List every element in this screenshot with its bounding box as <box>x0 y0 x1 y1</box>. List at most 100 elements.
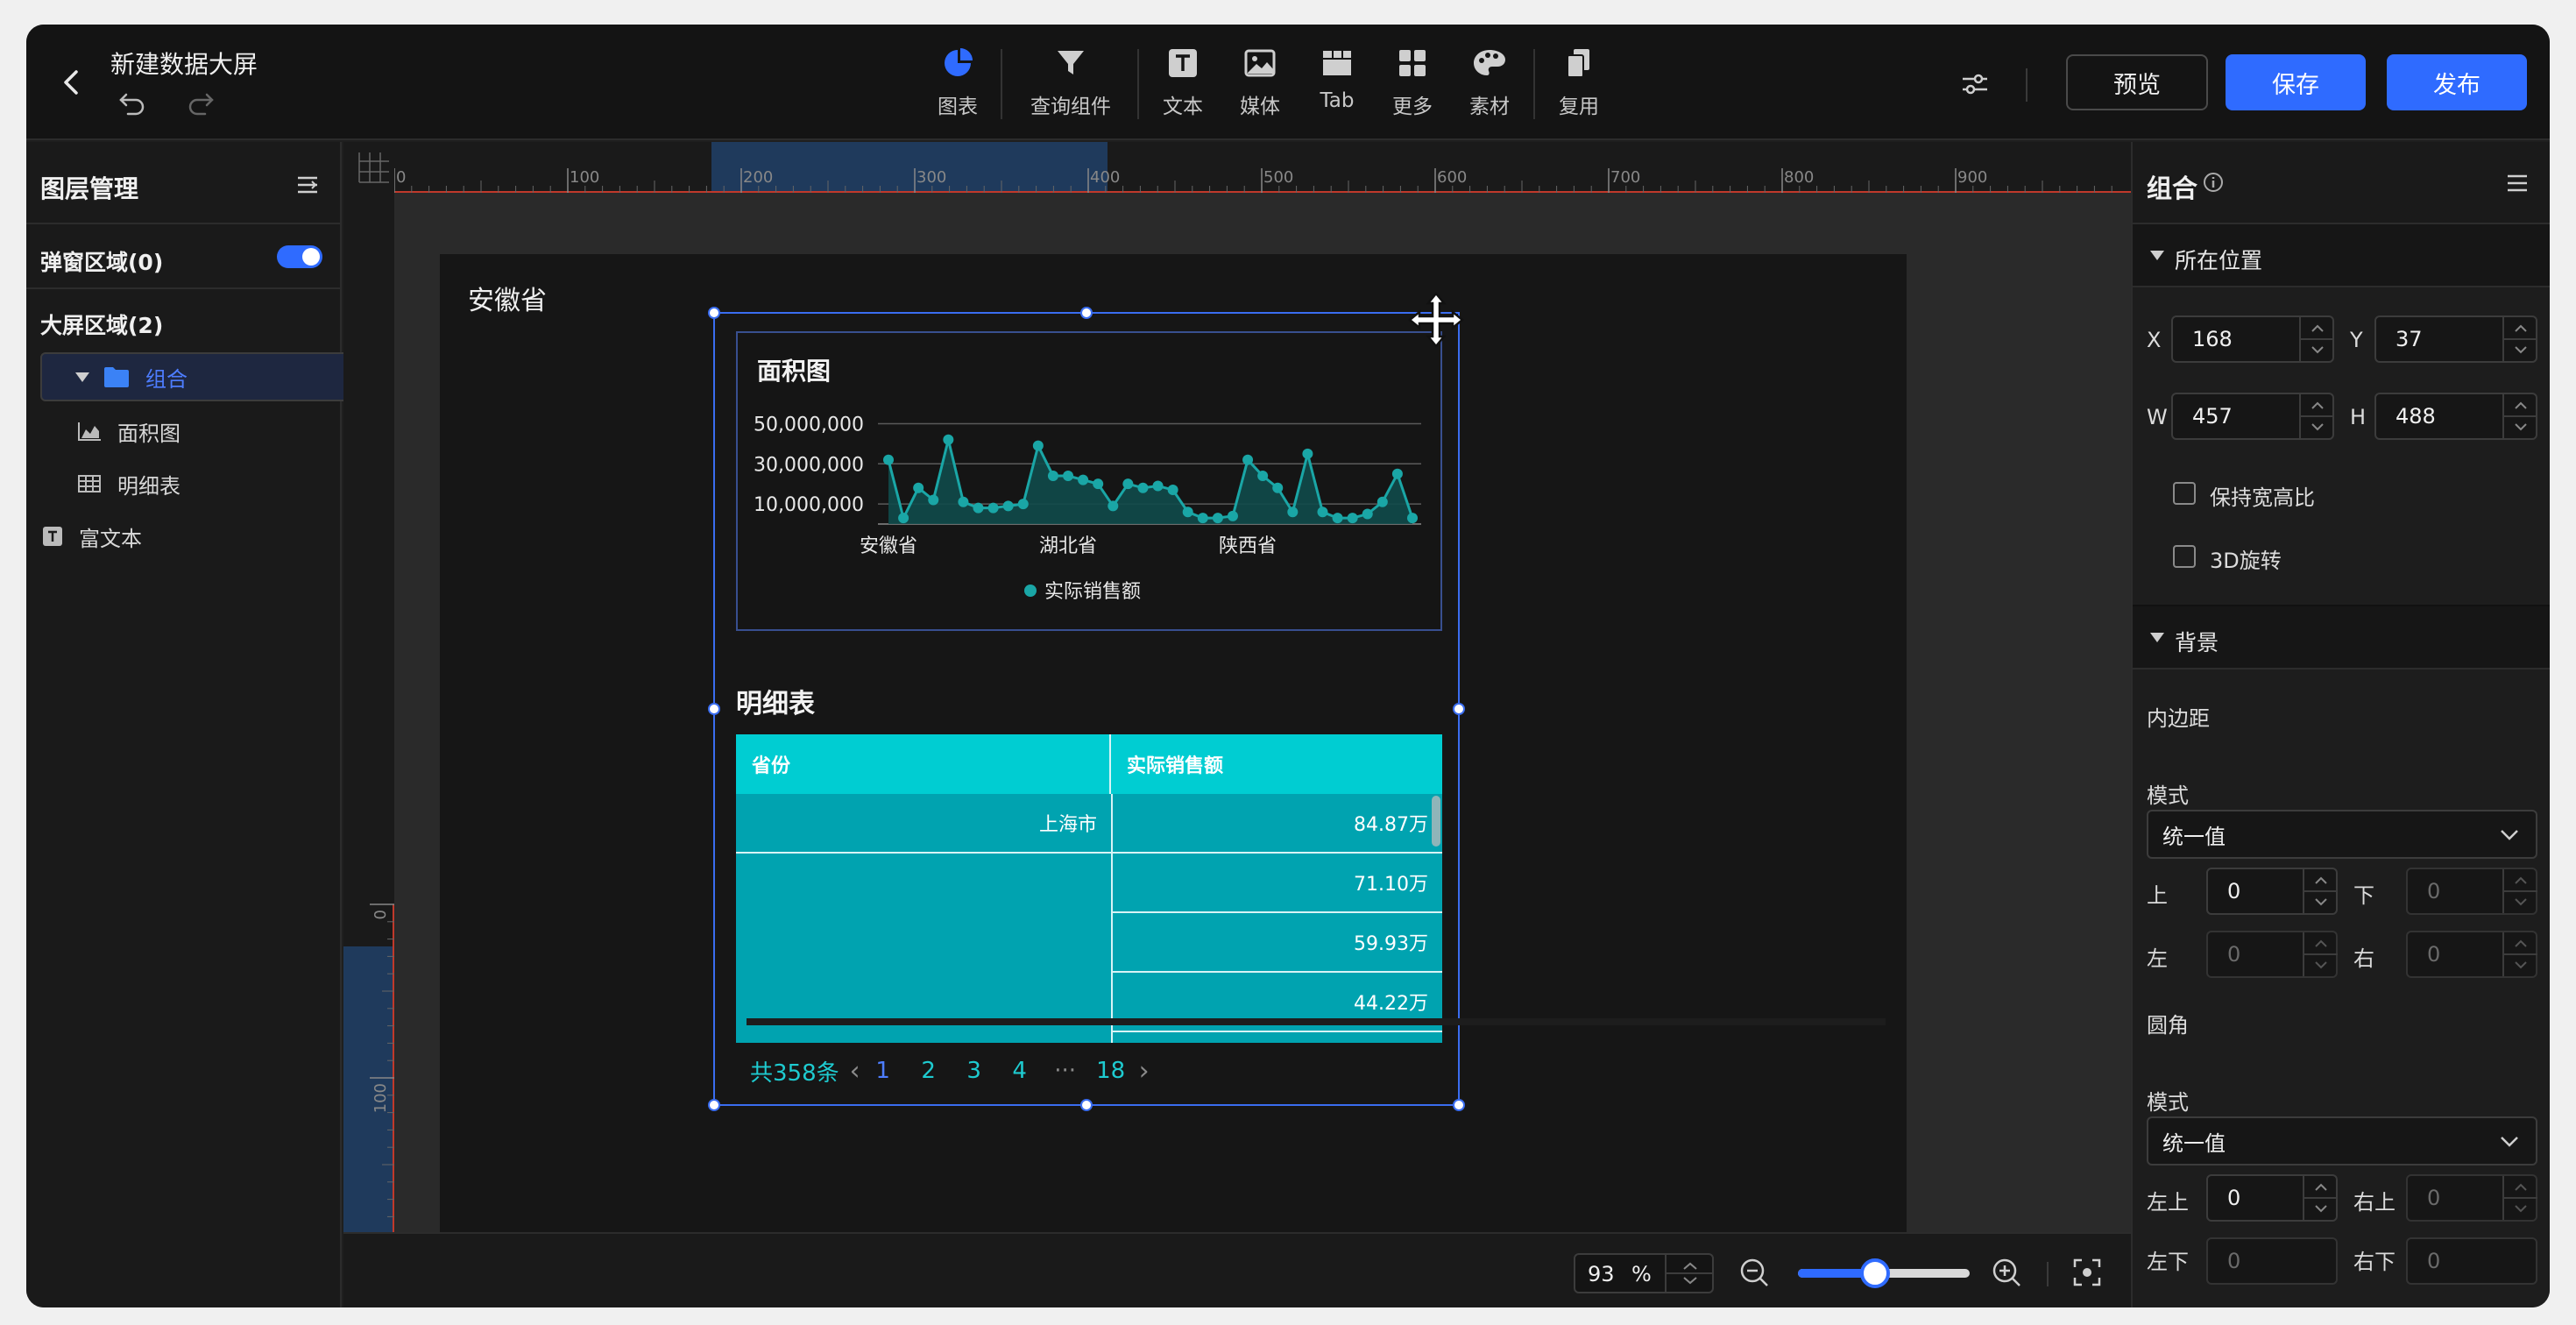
chevron-down-icon <box>2501 830 2518 840</box>
tool-tab[interactable]: Tab <box>1311 44 1363 128</box>
tab-icon <box>1318 44 1356 82</box>
move-cursor-icon[interactable] <box>1407 291 1465 349</box>
undo-icon[interactable] <box>117 88 147 117</box>
publish-button[interactable]: 发布 <box>2387 54 2527 110</box>
image-icon <box>1241 44 1279 82</box>
resize-handle[interactable] <box>708 703 720 715</box>
radius-bl-input[interactable]: 0 <box>2206 1237 2338 1285</box>
layer-panel: 图层管理 弹窗区域(0) 大屏区域(2) 组合 面积图 明细表 富文本 <box>26 142 431 1307</box>
section-title: 背景 <box>2175 630 2219 655</box>
zoom-slider[interactable] <box>1798 1258 1970 1288</box>
save-button[interactable]: 保存 <box>2226 54 2366 110</box>
ruler-label: 900 <box>1957 168 1987 187</box>
ruler-left: 0100200 <box>343 193 394 1232</box>
ruler-corner <box>343 142 394 193</box>
rotate3d-label: 3D旋转 <box>2210 549 2282 573</box>
section-title: 所在位置 <box>2175 248 2263 273</box>
resize-handle[interactable] <box>708 1099 720 1111</box>
radius-mode-select[interactable]: 统一值 <box>2147 1116 2537 1166</box>
tool-label: 查询组件 <box>1030 96 1111 118</box>
padding-top-input[interactable]: 0 <box>2206 868 2338 915</box>
position-section-header[interactable]: 所在位置 <box>2133 224 2550 287</box>
radius-label: 圆角 <box>2147 1013 2189 1038</box>
info-icon[interactable] <box>2203 172 2224 193</box>
selection-box[interactable] <box>713 312 1460 1106</box>
top-toolbar: 新建数据大屏 图表 查询组件 文本 媒体 Tab 更多 素材 复用 预览 保存 … <box>26 25 2550 140</box>
y-label: Y <box>2350 328 2363 352</box>
tool-more[interactable]: 更多 <box>1386 44 1439 128</box>
position-section: X 168 Y 37 W 457 H 488 保持宽高比 3D旋转 <box>2133 287 2550 606</box>
zoom-slider-knob[interactable] <box>1860 1258 1891 1288</box>
screen-canvas[interactable]: 安徽省 面积图 50,000,000 30,000,000 10,000,000 安徽… <box>440 254 1907 1232</box>
palette-icon <box>1470 44 1509 82</box>
tool-query[interactable]: 查询组件 <box>1027 44 1115 128</box>
tool-reuse[interactable]: 复用 <box>1553 44 1605 128</box>
padding-mode-select[interactable]: 统一值 <box>2147 810 2537 859</box>
zoom-out-icon[interactable] <box>1738 1257 1770 1288</box>
layer-panel-title: 图层管理 <box>40 174 139 203</box>
radius-tl-input[interactable]: 0 <box>2206 1174 2338 1222</box>
horizontal-scrollbar[interactable] <box>747 1018 1886 1025</box>
fit-screen-icon[interactable] <box>2071 1257 2103 1288</box>
ruler-label: 600 <box>1437 168 1467 187</box>
panel-menu-icon[interactable] <box>2504 170 2530 196</box>
radius-br-input[interactable]: 0 <box>2406 1237 2537 1285</box>
w-label: W <box>2147 405 2168 429</box>
rotate3d-checkbox[interactable] <box>2173 545 2196 568</box>
tool-media[interactable]: 媒体 <box>1234 44 1286 128</box>
radius-tr-input[interactable]: 0 <box>2406 1174 2537 1222</box>
h-input[interactable]: 488 <box>2374 393 2537 440</box>
padding-left-input[interactable]: 0 <box>2206 931 2338 978</box>
bottom-left-label: 左下 <box>2147 1250 2189 1274</box>
background-section-header[interactable]: 背景 <box>2133 606 2550 670</box>
redo-icon[interactable] <box>186 88 216 117</box>
collapse-menu-icon[interactable] <box>294 172 321 198</box>
rich-text-element[interactable]: 安徽省 <box>468 279 547 317</box>
grid-icon <box>1393 44 1432 82</box>
resize-handle[interactable] <box>1080 1099 1093 1111</box>
divider <box>2026 68 2028 102</box>
tool-label: Tab <box>1320 89 1355 112</box>
tool-text[interactable]: 文本 <box>1157 44 1209 128</box>
caret-down-icon <box>2150 633 2164 642</box>
caret-down-icon[interactable] <box>75 372 89 382</box>
settings-sliders-icon[interactable] <box>1957 67 1992 102</box>
filter-icon <box>1051 44 1090 82</box>
layer-label: 明细表 <box>117 473 180 499</box>
zoom-in-icon[interactable] <box>1991 1257 2022 1288</box>
zoom-value[interactable]: 93 <box>1588 1262 1615 1286</box>
ruler-label: 300 <box>916 168 946 187</box>
w-input[interactable]: 457 <box>2171 393 2334 440</box>
layer-item-table[interactable]: 明细表 <box>26 457 340 510</box>
copy-icon <box>1560 44 1598 82</box>
resize-handle[interactable] <box>1080 307 1093 319</box>
zoom-bar: 93 % <box>343 1232 2140 1307</box>
resize-handle[interactable] <box>1453 703 1465 715</box>
popup-toggle[interactable] <box>277 245 322 268</box>
y-input[interactable]: 37 <box>2374 315 2537 363</box>
layer-item-area-chart[interactable]: 面积图 <box>26 405 340 457</box>
padding-label: 内边距 <box>2147 706 2210 731</box>
keep-ratio-checkbox[interactable] <box>2173 482 2196 505</box>
area-chart-icon <box>77 421 102 442</box>
app-window: 新建数据大屏 图表 查询组件 文本 媒体 Tab 更多 素材 复用 预览 保存 … <box>26 25 2550 1307</box>
screen-section-label: 大屏区域(2) <box>40 313 164 338</box>
tool-label: 素材 <box>1469 96 1510 118</box>
zoom-stepper[interactable] <box>1665 1255 1714 1292</box>
resize-handle[interactable] <box>708 307 720 319</box>
preview-button[interactable]: 预览 <box>2066 54 2208 110</box>
canvas-area[interactable]: 0 100 200 300 400 500 600 700 800 900 0 100 200 安徽省… <box>343 142 2140 1232</box>
layer-label: 富文本 <box>79 526 142 551</box>
tool-assets[interactable]: 素材 <box>1463 44 1516 128</box>
layer-item-rich-text[interactable]: 富文本 <box>26 510 340 563</box>
zoom-input[interactable]: 93 % <box>1574 1253 1714 1293</box>
resize-handle[interactable] <box>1453 1099 1465 1111</box>
x-label: X <box>2147 328 2162 352</box>
folder-icon <box>103 365 130 388</box>
back-icon[interactable] <box>54 65 89 100</box>
divider <box>2047 1262 2049 1286</box>
padding-bottom-input[interactable]: 0 <box>2406 868 2537 915</box>
tool-chart[interactable]: 图表 <box>927 44 988 128</box>
padding-right-input[interactable]: 0 <box>2406 931 2537 978</box>
x-input[interactable]: 168 <box>2171 315 2334 363</box>
